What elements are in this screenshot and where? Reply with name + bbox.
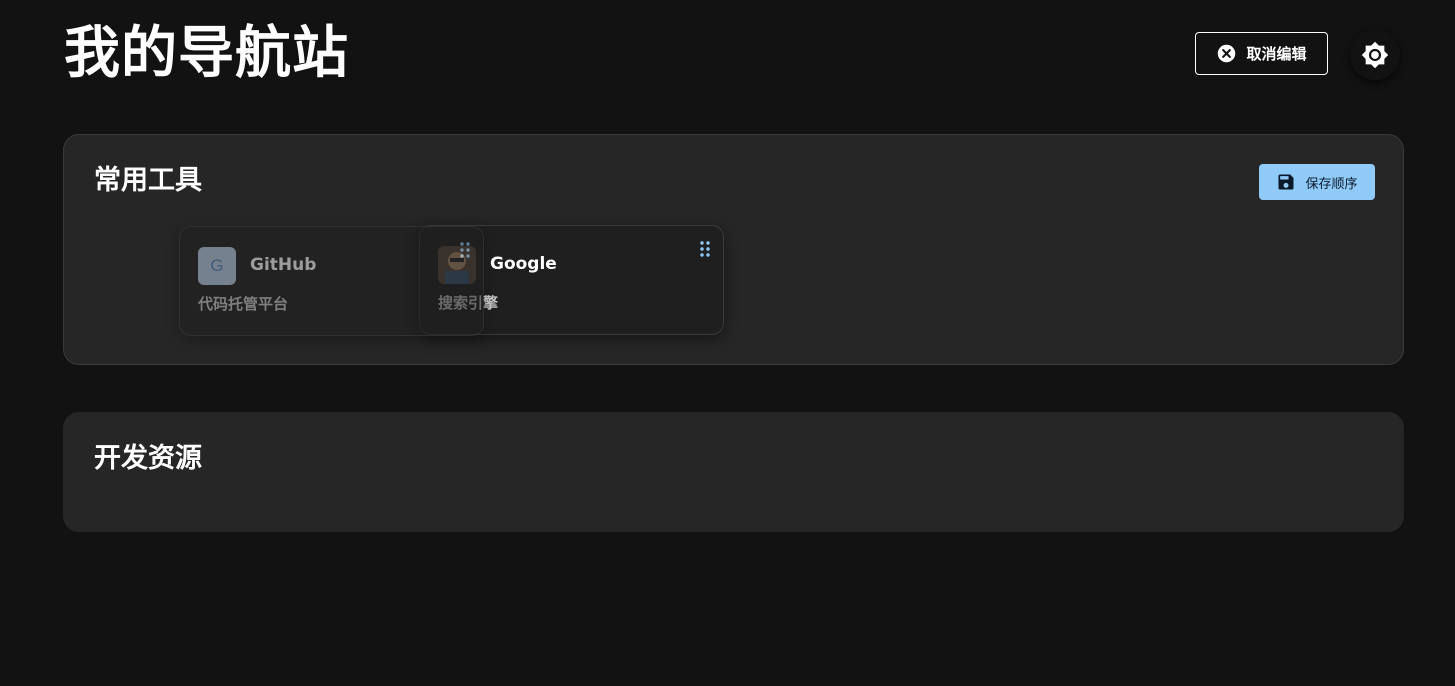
drag-handle-icon[interactable]: [699, 240, 711, 258]
floppy-disk-icon: [1278, 174, 1294, 190]
section-title: 开发资源: [94, 443, 202, 474]
link-description: 代码托管平台: [198, 295, 289, 313]
cancel-edit-button[interactable]: 取消编辑: [1195, 32, 1328, 75]
cancel-edit-label: 取消编辑: [1246, 45, 1307, 63]
category-section-dev-resources: 开发资源: [63, 412, 1404, 532]
link-card-github[interactable]: G GitHub 代码托管平台: [179, 226, 484, 336]
letter-avatar: G: [198, 247, 236, 285]
theme-toggle-button[interactable]: [1350, 30, 1400, 80]
close-circle-icon: [1218, 44, 1236, 63]
section-title: 常用工具: [94, 165, 202, 196]
drag-handle-icon[interactable]: [459, 241, 471, 259]
save-order-button[interactable]: 保存顺序: [1259, 164, 1375, 200]
link-name: GitHub: [250, 255, 317, 275]
page-title: 我的导航站: [64, 21, 349, 86]
brightness-icon: [1361, 41, 1389, 69]
link-name: Google: [490, 254, 557, 274]
nav-page: 我的导航站 取消编辑 常用工具 保存顺序 Google G GitHub 代码托…: [0, 0, 1455, 686]
save-order-label: 保存顺序: [1305, 176, 1358, 192]
